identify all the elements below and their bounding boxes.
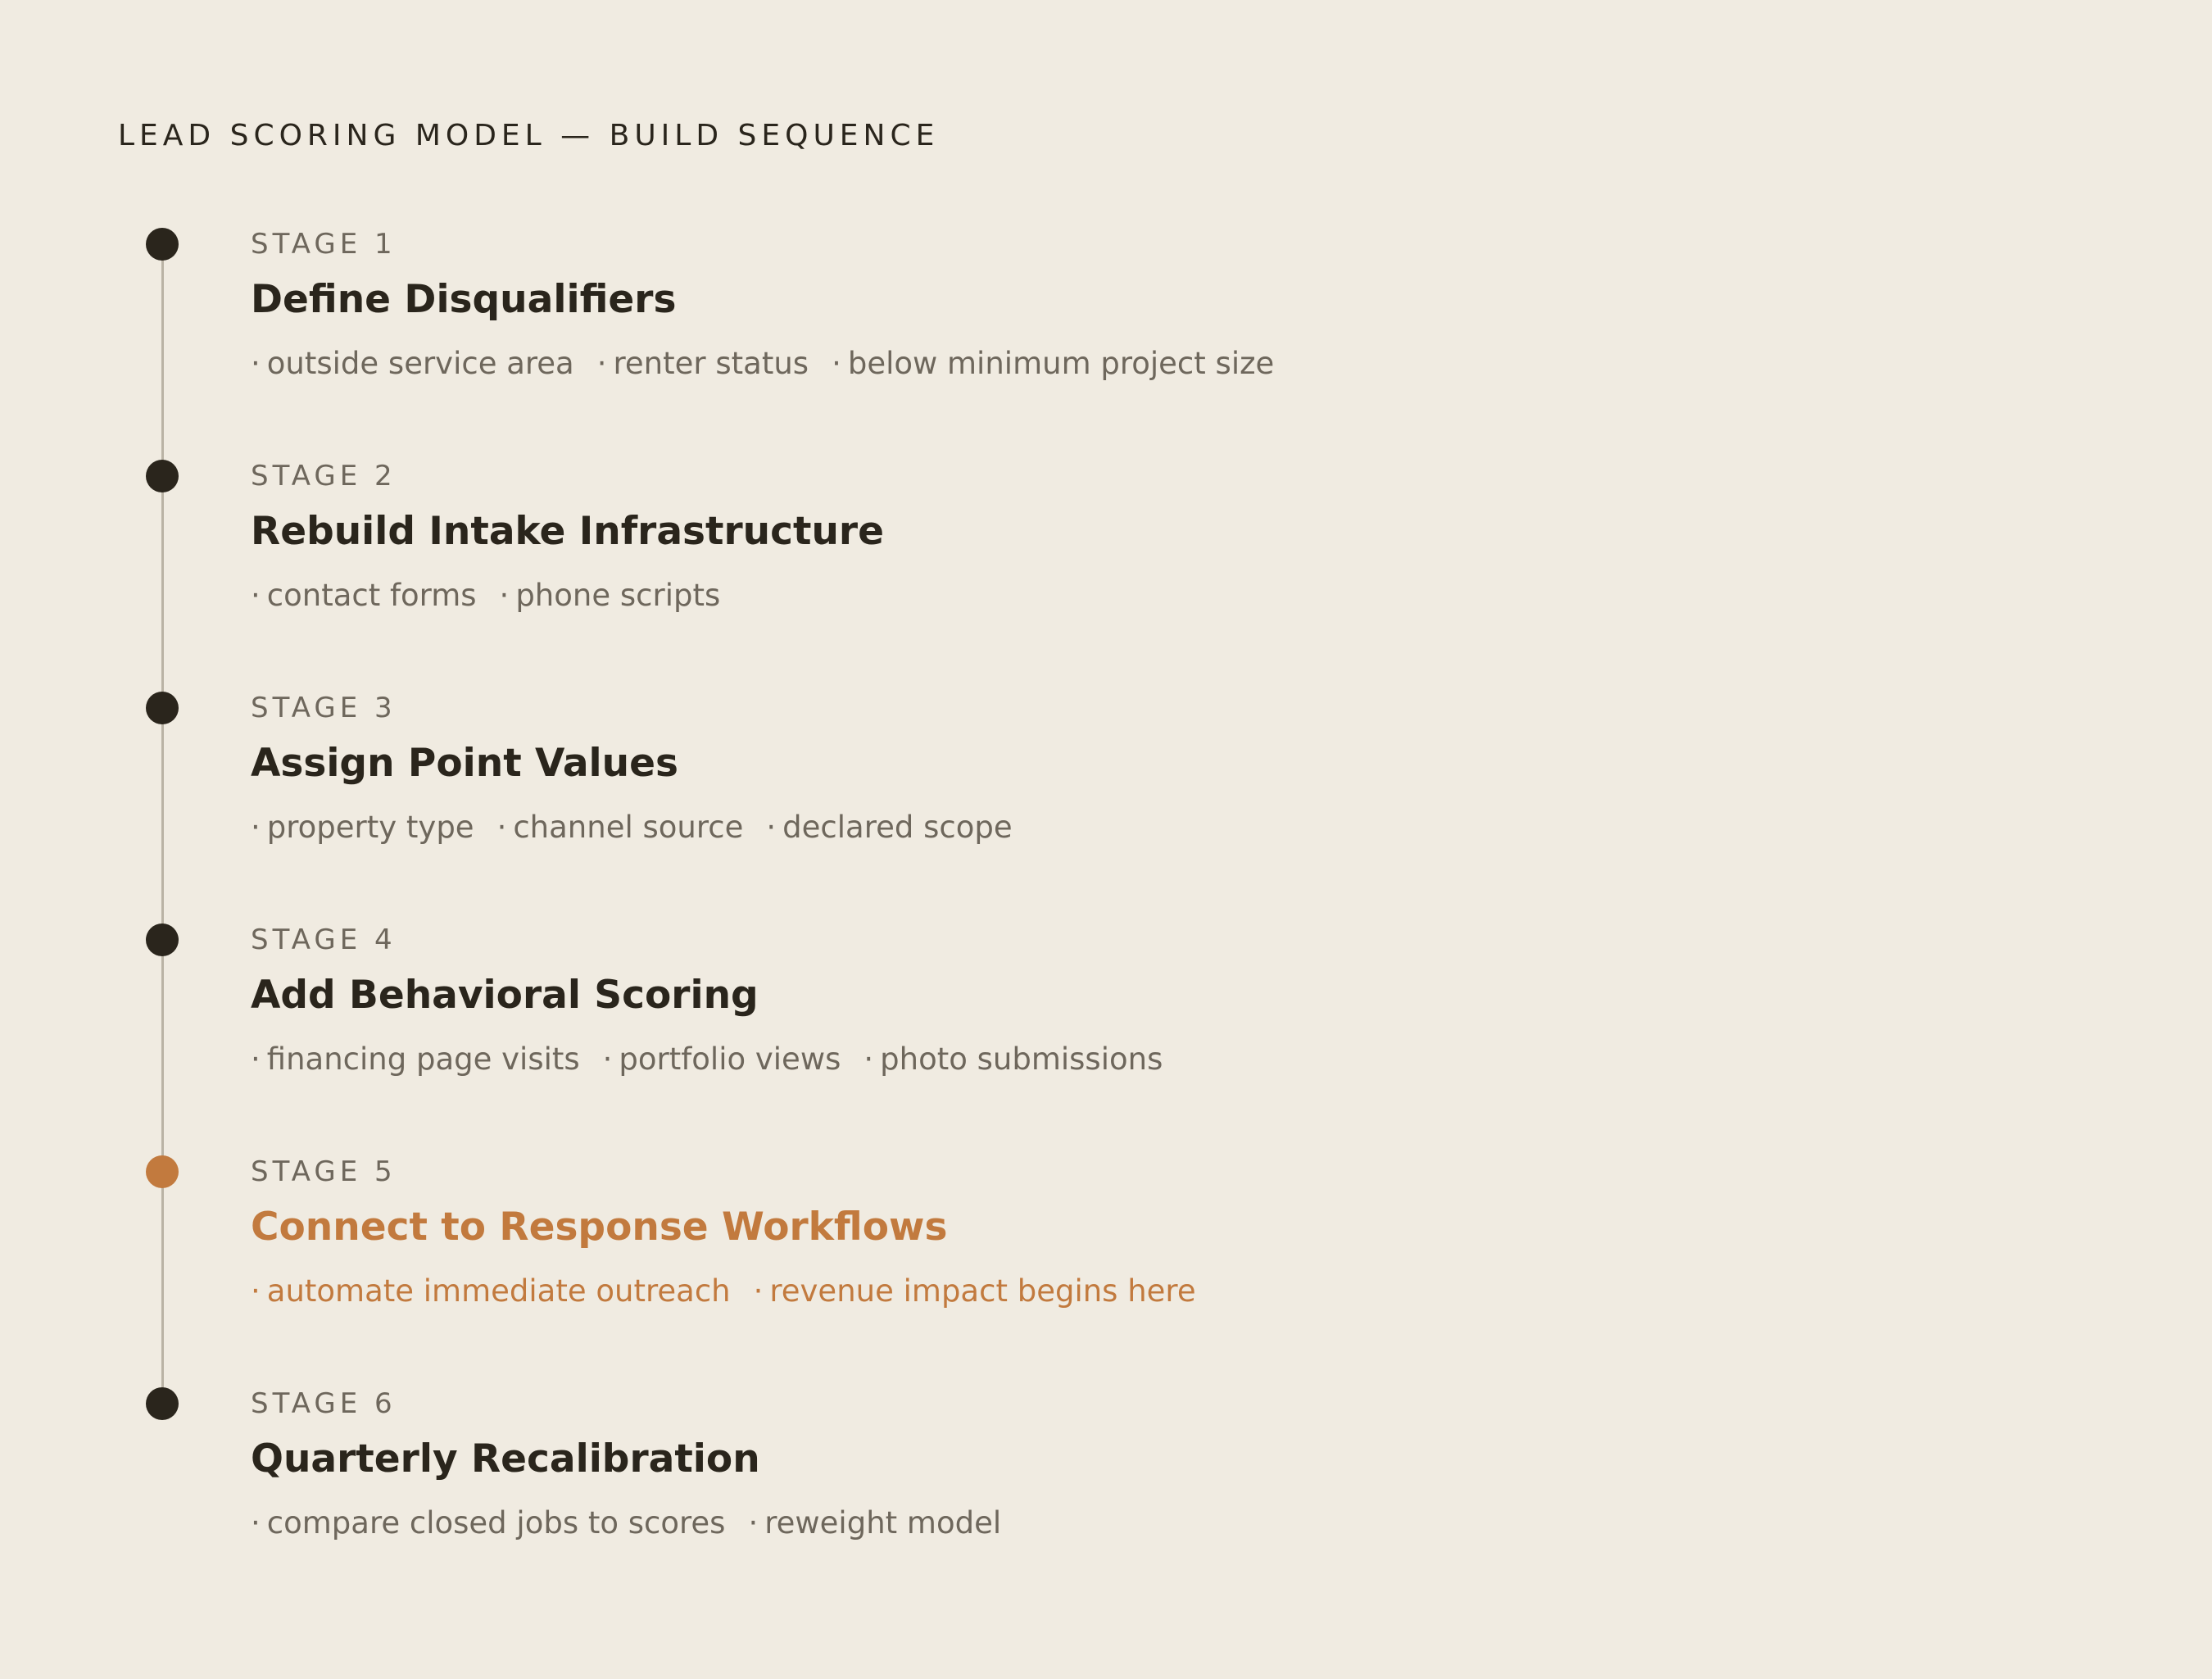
stage-item: · outside service area [251, 346, 574, 381]
stage-item: · photo submissions [863, 1041, 1163, 1077]
page: LEAD SCORING MODEL — BUILD SEQUENCE STAG… [0, 0, 2212, 1679]
bullet-dot-icon: · [748, 1505, 759, 1541]
stage-item-text: property type [266, 810, 474, 845]
bullet-dot-icon: · [251, 1041, 261, 1077]
stage-marker-dot [146, 1387, 179, 1420]
stage-item: · contact forms [251, 578, 477, 613]
stage-item: · financing page visits [251, 1041, 580, 1077]
stage-item-text: photo submissions [880, 1041, 1163, 1077]
stage-title: Connect to Response Workflows [251, 1205, 948, 1250]
stage-label: STAGE 4 [251, 923, 397, 956]
stage-item: · portfolio views [603, 1041, 841, 1077]
stage-item-text: channel source [513, 810, 744, 845]
stage-item-text: declared scope [782, 810, 1013, 845]
stage-item: · automate immediate outreach [251, 1273, 731, 1309]
stage-marker-dot [146, 1155, 179, 1188]
stage-item: · below minimum project size [832, 346, 1274, 381]
stage-title: Quarterly Recalibration [251, 1436, 760, 1482]
stage-6: STAGE 6 Quarterly Recalibration · compare… [0, 1387, 2212, 1619]
bullet-dot-icon: · [251, 346, 261, 381]
bullet-dot-icon: · [499, 578, 510, 613]
bullet-dot-icon: · [863, 1041, 874, 1077]
stage-items: · financing page visits · portfolio views … [251, 1041, 1163, 1077]
stage-item-text: renter status [613, 346, 809, 381]
stage-item-text: financing page visits [266, 1041, 580, 1077]
bullet-dot-icon: · [832, 346, 841, 381]
stage-items: · outside service area · renter status · be… [251, 346, 1274, 381]
stage-marker-dot [146, 923, 179, 956]
stage-item-text: contact forms [266, 578, 477, 613]
bullet-dot-icon: · [251, 1505, 261, 1541]
stage-marker-dot [146, 460, 179, 492]
stage-item: · revenue impact begins here [754, 1273, 1196, 1309]
stage-item-text: outside service area [266, 346, 574, 381]
stage-title: Add Behavioral Scoring [251, 973, 759, 1018]
bullet-dot-icon: · [753, 1273, 764, 1309]
stage-title: Rebuild Intake Infrastructure [251, 509, 884, 554]
bullet-dot-icon: · [766, 810, 777, 845]
stage-label: STAGE 5 [251, 1155, 397, 1188]
stage-item: · declared scope [766, 810, 1012, 845]
stage-items: · automate immediate outreach · revenue im… [251, 1273, 1196, 1309]
stage-item: · channel source [497, 810, 744, 845]
stage-label: STAGE 3 [251, 692, 397, 724]
stage-item: · reweight model [748, 1505, 1001, 1541]
stage-3: STAGE 3 Assign Point Values · property ty… [0, 692, 2212, 923]
stage-label: STAGE 1 [251, 228, 397, 261]
bullet-dot-icon: · [251, 810, 261, 845]
stage-1: STAGE 1 Define Disqualifiers · outside se… [0, 228, 2212, 460]
stage-5: STAGE 5 Connect to Response Workflows · a… [0, 1155, 2212, 1387]
stage-item-text: phone scripts [515, 578, 721, 613]
stage-marker-dot [146, 692, 179, 724]
stage-item-text: reweight model [764, 1505, 1002, 1541]
stage-2: STAGE 2 Rebuild Intake Infrastructure · c… [0, 460, 2212, 692]
timeline: STAGE 1 Define Disqualifiers · outside se… [0, 0, 2212, 1679]
stage-item: · renter status [597, 346, 809, 381]
bullet-dot-icon: · [496, 810, 507, 845]
stage-item-text: below minimum project size [847, 346, 1275, 381]
stage-item: · phone scripts [500, 578, 721, 613]
stage-title: Define Disqualifiers [251, 277, 677, 322]
bullet-dot-icon: · [251, 1273, 261, 1309]
bullet-dot-icon: · [251, 578, 261, 613]
stage-item: · property type [251, 810, 474, 845]
stage-item: · compare closed jobs to scores [251, 1505, 725, 1541]
stage-items: · compare closed jobs to scores · reweight… [251, 1505, 1001, 1541]
stage-item-text: revenue impact begins here [769, 1273, 1196, 1309]
stage-title: Assign Point Values [251, 741, 678, 786]
bullet-dot-icon: · [596, 346, 607, 381]
stage-4: STAGE 4 Add Behavioral Scoring · financin… [0, 923, 2212, 1155]
stage-item-text: automate immediate outreach [266, 1273, 731, 1309]
stage-label: STAGE 2 [251, 460, 397, 492]
stage-items: · property type · channel source · declared… [251, 810, 1013, 845]
stage-label: STAGE 6 [251, 1387, 397, 1420]
stage-items: · contact forms · phone scripts [251, 578, 720, 613]
stage-marker-dot [146, 228, 179, 261]
stage-item-text: portfolio views [619, 1041, 841, 1077]
bullet-dot-icon: · [602, 1041, 613, 1077]
stage-item-text: compare closed jobs to scores [266, 1505, 726, 1541]
